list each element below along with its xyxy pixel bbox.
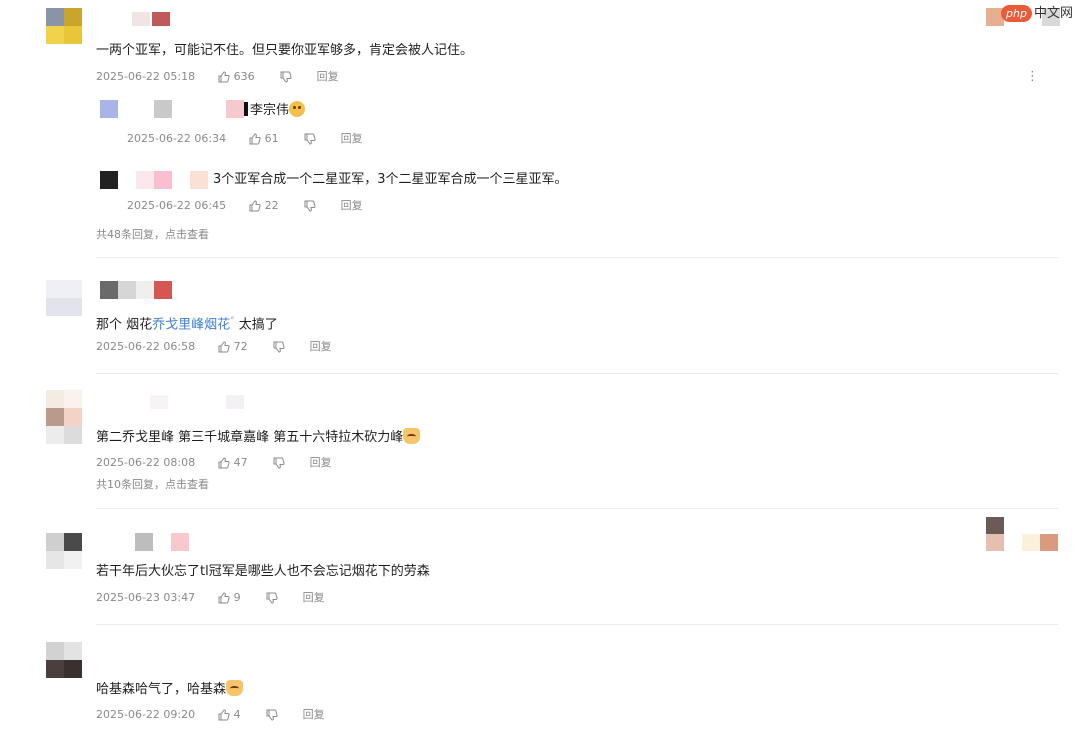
comment-meta: 2025-06-23 03:47 9 回复: [96, 591, 325, 605]
doge-emoji-icon: [403, 428, 421, 444]
timestamp: 2025-06-22 05:18: [96, 70, 196, 83]
thumbs-down-icon[interactable]: [280, 71, 292, 83]
view-more-replies-link[interactable]: 共10条回复，点击查看: [96, 478, 209, 492]
reply-text: 李宗伟: [250, 101, 306, 120]
comment-text: 若干年后大伙忘了tl冠军是哪些人也不会忘记烟花下的劳森: [96, 564, 430, 579]
reply-button[interactable]: 回复: [317, 70, 339, 84]
doge-emoji-icon: [226, 680, 244, 696]
divider: [96, 624, 1058, 625]
thumbs-up-icon[interactable]: [218, 709, 230, 721]
avatar[interactable]: [46, 390, 82, 444]
comment-meta: 2025-06-22 06:58 72 回复: [96, 340, 332, 354]
text-segment: 太搞了: [234, 317, 278, 333]
avatar[interactable]: [46, 642, 82, 678]
reply-button[interactable]: 回复: [341, 132, 363, 146]
thumbs-down-icon[interactable]: [273, 457, 285, 469]
thumbs-up-icon[interactable]: [249, 133, 261, 145]
topic-link[interactable]: 乔戈里峰烟花: [152, 317, 230, 332]
avatar[interactable]: [46, 533, 82, 569]
avatar[interactable]: [46, 8, 82, 44]
thumbs-down-icon[interactable]: [304, 133, 316, 145]
like-count: 61: [264, 132, 279, 145]
reply-text-content: 李宗伟: [250, 103, 290, 118]
comment-text: 第二乔戈里峰 第三千城章嘉峰 第五十六特拉木砍力峰: [96, 428, 421, 447]
reply-button[interactable]: 回复: [303, 591, 325, 605]
thumbs-up-icon[interactable]: [218, 592, 230, 604]
thumbs-up-icon[interactable]: [218, 457, 230, 469]
like-count: 72: [233, 340, 248, 353]
timestamp: 2025-06-22 06:45: [127, 199, 227, 212]
php-logo: php: [1001, 5, 1032, 22]
avatar[interactable]: [46, 280, 82, 316]
like-count: 47: [233, 456, 248, 469]
username-mosaic[interactable]: [96, 12, 176, 26]
timestamp: 2025-06-22 09:20: [96, 708, 196, 721]
like-count: 636: [233, 70, 255, 83]
more-vertical-icon[interactable]: ⋮: [1026, 70, 1039, 84]
timestamp: 2025-06-22 06:34: [127, 132, 227, 145]
reply-meta: 2025-06-22 06:45 22 回复: [127, 199, 363, 213]
timestamp: 2025-06-22 08:08: [96, 456, 196, 469]
thumbs-down-icon[interactable]: [266, 709, 278, 721]
username-mosaic[interactable]: [150, 395, 250, 409]
thumbs-up-icon[interactable]: [218, 341, 230, 353]
reply-username-mosaic[interactable]: [100, 171, 220, 189]
reply-button[interactable]: 回复: [310, 456, 332, 470]
like-count: 9: [233, 591, 241, 604]
thumbs-up-icon[interactable]: [218, 71, 230, 83]
divider: [96, 373, 1058, 374]
timestamp: 2025-06-23 03:47: [96, 591, 196, 604]
divider: [96, 508, 1058, 509]
comment-text-content: 第二乔戈里峰 第三千城章嘉峰 第五十六特拉木砍力峰: [96, 430, 404, 445]
comment-text-content: 哈基森哈气了，哈基森: [96, 682, 227, 697]
like-count: 22: [264, 199, 279, 212]
text-segment: 那个 烟花: [96, 317, 153, 333]
comment-meta: 2025-06-22 05:18 636 回复: [96, 70, 339, 84]
thumbs-up-icon[interactable]: [249, 200, 261, 212]
comment-text: 哈基森哈气了，哈基森: [96, 680, 244, 699]
username-mosaic[interactable]: [100, 281, 180, 299]
reply-button[interactable]: 回复: [310, 340, 332, 354]
php-watermark: php 中文网: [1001, 2, 1073, 22]
reply-button[interactable]: 回复: [303, 708, 325, 722]
comment-text: 一两个亚军，可能记不住。但只要你亚军够多，肯定会被人记住。: [96, 43, 474, 58]
view-more-replies-link[interactable]: 共48条回复，点击查看: [96, 228, 209, 242]
reply-meta: 2025-06-22 06:34 61 回复: [127, 132, 363, 146]
laughing-emoji-icon: [289, 101, 306, 117]
watermark-mosaic: [986, 517, 1060, 553]
comment-text: 那个 烟花乔戈里峰烟花° 太搞了: [96, 312, 278, 334]
timestamp: 2025-06-22 06:58: [96, 340, 196, 353]
like-count: 4: [233, 708, 241, 721]
comment-meta: 2025-06-22 09:20 4 回复: [96, 708, 325, 722]
username-mosaic[interactable]: [135, 533, 195, 551]
comment-meta: 2025-06-22 08:08 47 回复: [96, 456, 332, 470]
reply-button[interactable]: 回复: [341, 199, 363, 213]
thumbs-down-icon[interactable]: [304, 200, 316, 212]
thumbs-down-icon[interactable]: [266, 592, 278, 604]
reply-text: 3个亚军合成一个二星亚军，3个二星亚军合成一个三星亚军。: [213, 172, 568, 187]
thumbs-down-icon[interactable]: [273, 341, 285, 353]
divider: [96, 257, 1058, 258]
watermark-text: 中文网: [1033, 6, 1073, 21]
